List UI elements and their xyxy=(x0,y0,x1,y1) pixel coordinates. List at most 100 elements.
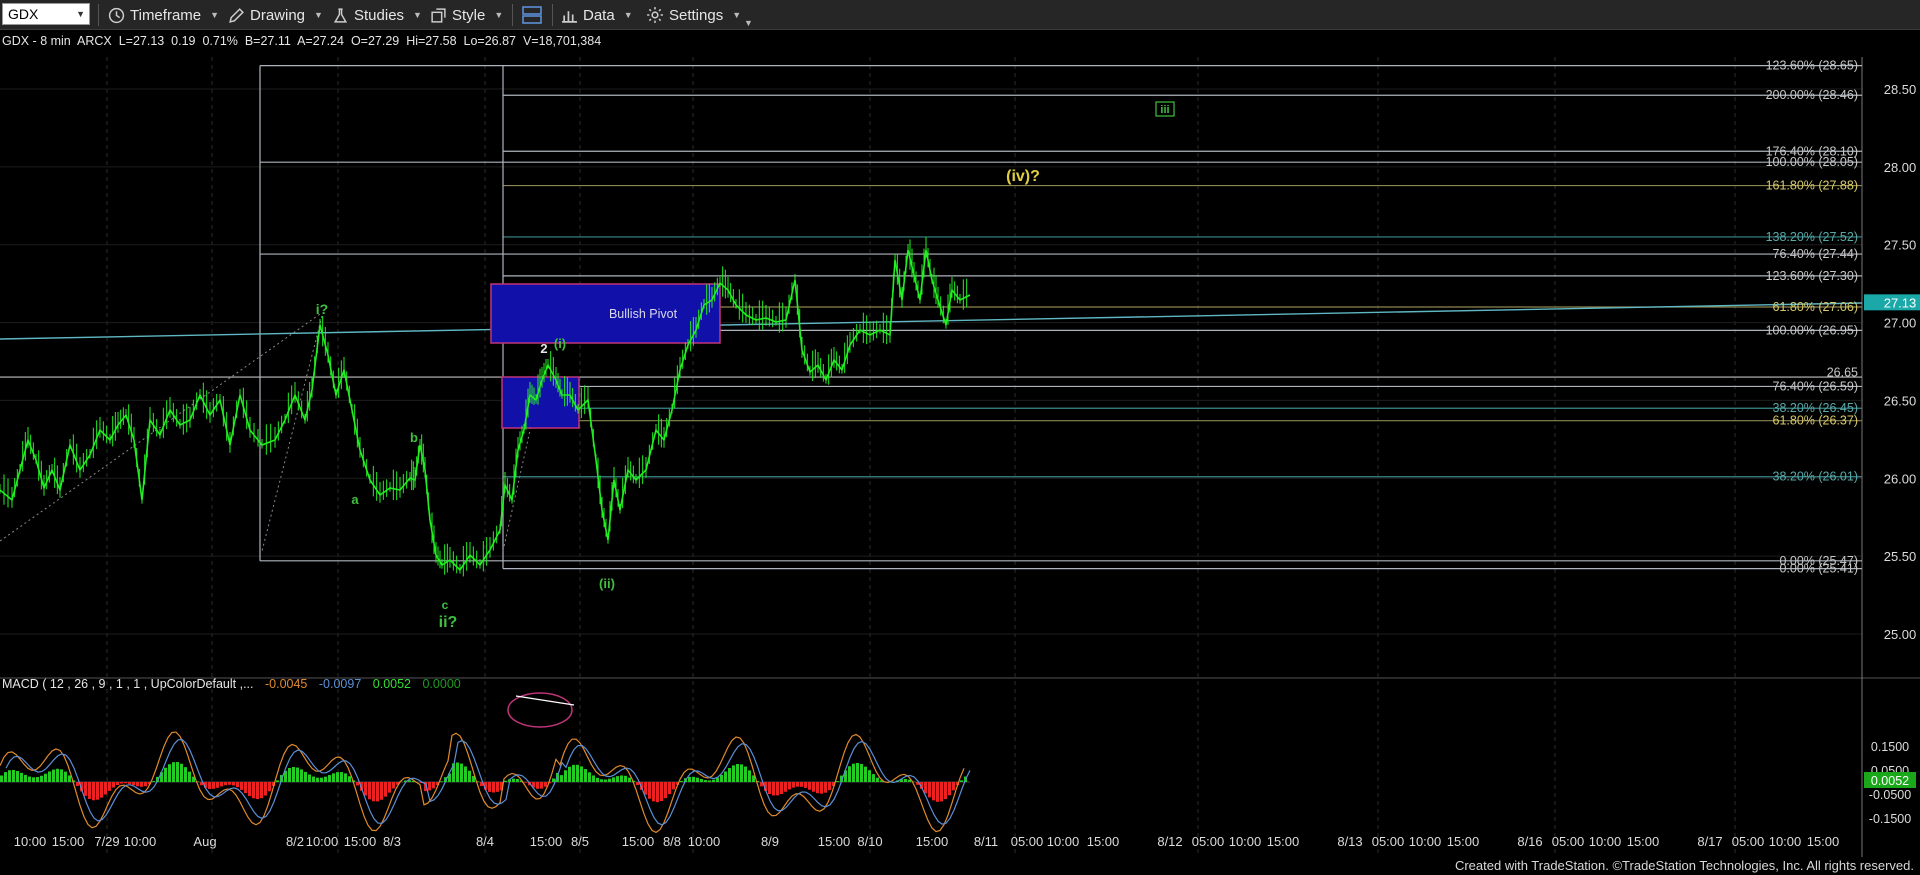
time-axis-label: 8/17 xyxy=(1697,834,1722,849)
macd-histogram-bar xyxy=(624,775,627,782)
toolbar-separator xyxy=(98,4,99,26)
macd-histogram-bar xyxy=(808,782,811,790)
macd-histogram-bar xyxy=(512,778,515,782)
macd-histogram-bar xyxy=(744,766,747,782)
macd-histogram-bar xyxy=(688,776,691,782)
settings-menu[interactable]: Settings ▼ xyxy=(646,4,741,26)
macd-histogram-bar xyxy=(120,782,123,784)
macd-histogram-bar xyxy=(488,782,491,792)
style-label: Style xyxy=(452,6,486,24)
studies-menu[interactable]: Studies ▼ xyxy=(332,4,422,26)
time-axis-label: Aug xyxy=(193,834,216,849)
macd-histogram-bar xyxy=(252,782,255,799)
toolbar-separator xyxy=(552,4,553,26)
macd-histogram-bar xyxy=(696,777,699,782)
macd-histogram-bar xyxy=(264,782,267,796)
style-menu[interactable]: Style ▼ xyxy=(430,4,503,26)
price-axis-label: 26.00 xyxy=(1884,471,1917,486)
macd-histogram-bar xyxy=(788,782,791,790)
macd-histogram-bar xyxy=(384,782,387,797)
fib-label: 100.00% (26.95) xyxy=(1766,323,1858,337)
macd-histogram-bar xyxy=(328,775,331,782)
macd-histogram-bar xyxy=(612,777,615,782)
symbol-selector[interactable]: GDX ▼ xyxy=(2,3,90,25)
price-chart[interactable]: 123.60% (28.65)200.00% (28.46)176.40% (2… xyxy=(0,31,1920,857)
macd-histogram-bar xyxy=(388,782,391,793)
macd-histogram-bar xyxy=(244,782,247,794)
drawing-menu[interactable]: Drawing ▼ xyxy=(228,4,323,26)
macd-histogram-bar xyxy=(800,782,803,787)
macd-histogram-bar xyxy=(732,765,735,782)
layout-button[interactable] xyxy=(521,4,548,26)
macd-pane: 0.15000.0500-0.0500-0.15000.0052 xyxy=(0,692,1916,834)
macd-histogram-bar xyxy=(104,782,107,795)
macd-histogram-bar xyxy=(672,782,675,790)
macd-histogram-bar xyxy=(36,777,39,782)
time-axis-label: 8/4 xyxy=(476,834,494,849)
fib-label: 100.00% (28.05) xyxy=(1766,155,1858,169)
macd-histogram-bar xyxy=(440,781,443,782)
macd-histogram-bar xyxy=(776,782,779,796)
macd-histogram-bar xyxy=(108,782,111,791)
bar-chart-icon xyxy=(562,10,577,23)
macd-histogram-bar xyxy=(332,773,335,782)
macd-histogram-bar xyxy=(140,782,143,787)
macd-histogram-bar xyxy=(256,782,259,800)
macd-histogram-bar xyxy=(904,778,907,782)
macd-histogram-bar xyxy=(12,769,15,782)
macd-legend: MACD ( 12 , 26 , 9 , 1 , 1 , UpColorDefa… xyxy=(2,677,461,691)
time-axis-label: 7/29 xyxy=(94,834,119,849)
macd-axis-label: -0.0500 xyxy=(1869,788,1911,802)
fib-label: 61.80% (26.37) xyxy=(1773,414,1858,428)
macd-histogram-bar xyxy=(536,782,539,789)
wave-label: (ii) xyxy=(599,576,615,591)
studies-label: Studies xyxy=(354,6,405,24)
macd-histogram-bar xyxy=(960,780,963,782)
chart-grid xyxy=(0,57,1920,857)
macd-histogram-bar xyxy=(668,782,671,795)
macd-histogram-bar xyxy=(128,782,131,784)
time-axis-label: 15:00 xyxy=(622,834,655,849)
bullish-pivot-label: Bullish Pivot xyxy=(609,307,678,321)
macd-histogram-bar xyxy=(588,772,591,782)
macd-histogram-bar xyxy=(376,782,379,802)
macd-histogram-bar xyxy=(100,782,103,798)
macd-histogram-bar xyxy=(48,771,51,782)
macd-histogram-bar xyxy=(544,782,547,787)
macd-histogram-bar xyxy=(868,770,871,782)
trendline xyxy=(0,302,1863,340)
macd-histogram-bar xyxy=(700,778,703,782)
macd-histogram-bar xyxy=(368,782,371,800)
time-axis-label: 10:00 xyxy=(688,834,721,849)
wave-label: c xyxy=(442,598,449,612)
macd-histogram-bar xyxy=(664,782,667,799)
macd-histogram-bar xyxy=(32,777,35,782)
chevron-down-icon: ▼ xyxy=(744,18,753,28)
macd-histogram-bar xyxy=(516,779,519,782)
macd-histogram-bar xyxy=(928,782,931,798)
macd-axis-label: 0.1500 xyxy=(1871,740,1909,754)
fib-label: 38.20% (26.01) xyxy=(1773,470,1858,484)
macd-histogram-bar xyxy=(4,772,7,782)
time-axis-label: 8/5 xyxy=(571,834,589,849)
macd-histogram-bar xyxy=(592,775,595,782)
data-menu[interactable]: Data ▼ xyxy=(561,4,633,26)
macd-histogram-bar xyxy=(164,767,167,782)
fibonacci-labels: 123.60% (28.65)200.00% (28.46)176.40% (2… xyxy=(1766,59,1858,576)
macd-last-label: 0.0052 xyxy=(1871,774,1909,788)
fib-label: 76.40% (26.59) xyxy=(1773,379,1858,393)
macd-histogram-bar xyxy=(948,782,951,796)
wave-label: iii xyxy=(1160,104,1169,116)
fibonacci-levels xyxy=(0,65,1863,570)
macd-histogram-bar xyxy=(0,775,3,782)
timeframe-menu[interactable]: Timeframe ▼ xyxy=(108,4,219,26)
macd-histogram-bar xyxy=(52,769,55,782)
macd-histogram-bar xyxy=(232,782,235,786)
macd-histogram-bar xyxy=(608,778,611,782)
macd-histogram-bar xyxy=(44,773,47,782)
time-axis-label: 8/13 xyxy=(1337,834,1362,849)
pencil-icon xyxy=(229,7,244,23)
macd-histogram-bar xyxy=(636,782,639,786)
time-axis-label: 15:00 xyxy=(916,834,949,849)
wave-connector xyxy=(0,313,321,542)
